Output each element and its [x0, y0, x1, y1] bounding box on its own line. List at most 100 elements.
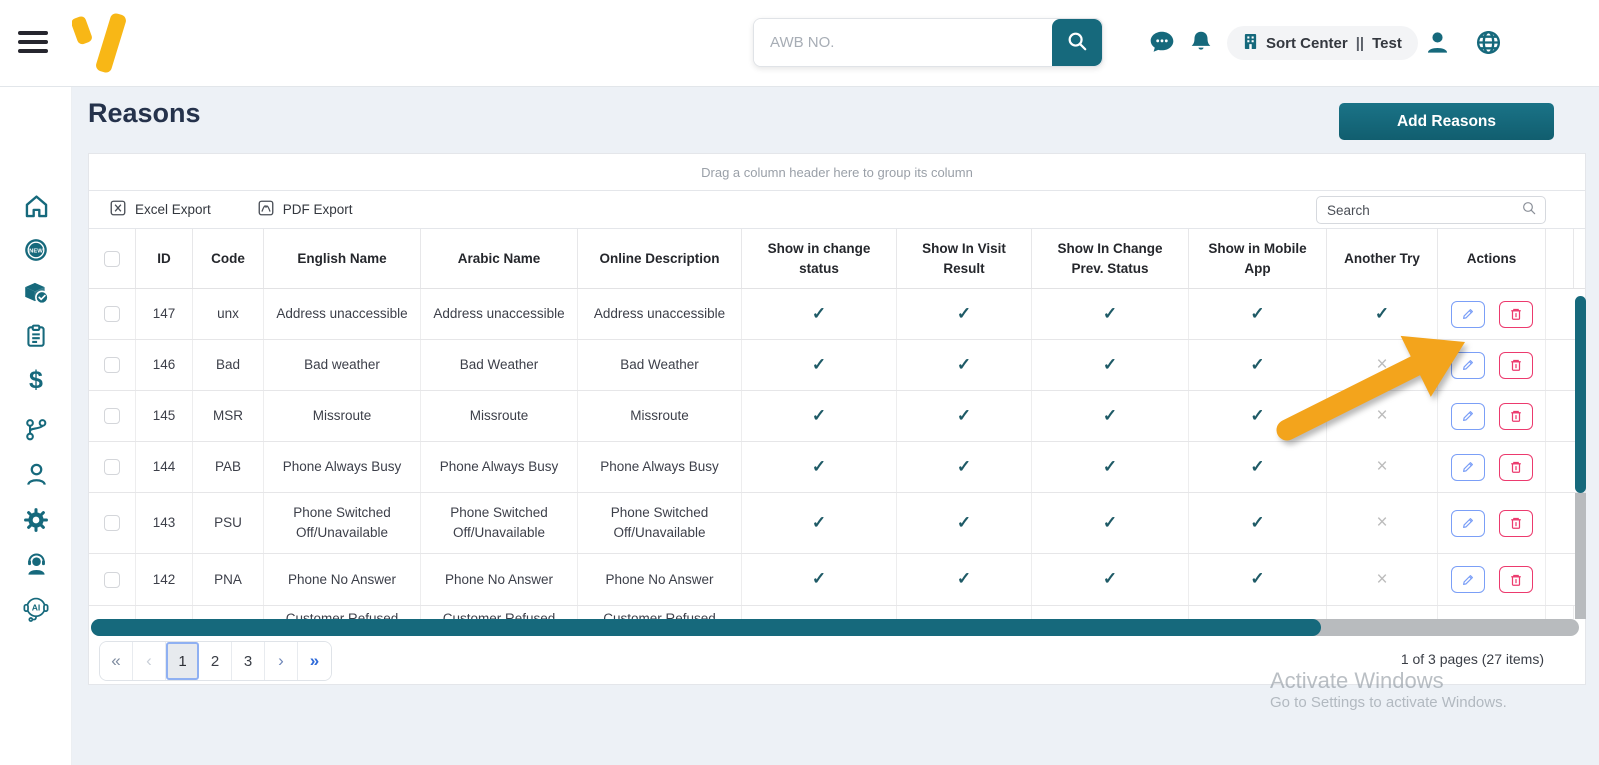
cell-english-name: Phone No Answer [264, 554, 421, 605]
cell-english-name: Phone Switched Off/Unavailable [264, 493, 421, 553]
notifications-bell-icon[interactable] [1188, 29, 1216, 57]
pdf-export-button[interactable]: PDF Export [257, 199, 353, 220]
column-header-show-in-change-status[interactable]: Show in change status [742, 229, 897, 288]
cell-show-in-visit-result: ✓ [897, 289, 1032, 339]
edit-button[interactable] [1451, 352, 1485, 379]
table-row: 142 PNA Phone No Answer Phone No Answer … [89, 554, 1585, 606]
row-checkbox[interactable] [89, 493, 136, 553]
delete-button[interactable] [1499, 566, 1533, 593]
brand-logo[interactable] [72, 12, 128, 76]
column-header-code[interactable]: Code [193, 229, 264, 288]
cell-code: unx [193, 289, 264, 339]
dollar-icon[interactable]: $ [20, 364, 52, 396]
cell-another-try: × [1327, 493, 1438, 553]
vertical-scrollbar-track[interactable] [1575, 493, 1586, 619]
delete-button[interactable] [1499, 301, 1533, 328]
row-checkbox[interactable] [89, 289, 136, 339]
support-agent-icon[interactable] [20, 548, 52, 580]
pagination-first-button[interactable]: « [100, 642, 133, 680]
cell-id: 142 [136, 554, 193, 605]
edit-button[interactable] [1451, 403, 1485, 430]
edit-button[interactable] [1451, 566, 1485, 593]
edit-button[interactable] [1451, 510, 1485, 537]
delete-button[interactable] [1499, 403, 1533, 430]
pagination-summary: 1 of 3 pages (27 items) [1401, 651, 1544, 667]
edit-button[interactable] [1451, 301, 1485, 328]
cell-online-description: Address unaccessible [578, 289, 742, 339]
branch-icon[interactable] [20, 414, 52, 446]
person-icon[interactable] [20, 458, 52, 490]
cell-code: Bad [193, 340, 264, 390]
column-header-show-in-mobile-app[interactable]: Show in Mobile App [1189, 229, 1327, 288]
cell-show-in-change-prev-status: ✓ [1032, 442, 1189, 492]
column-header-id[interactable]: ID [136, 229, 193, 288]
cell-online-description: Phone Always Busy [578, 442, 742, 492]
row-checkbox[interactable] [89, 340, 136, 390]
awb-search-button[interactable] [1052, 19, 1102, 66]
horizontal-scrollbar[interactable] [89, 619, 1587, 636]
pagination-prev-button[interactable]: ‹ [133, 642, 166, 680]
pagination-page-2[interactable]: 2 [199, 642, 232, 680]
vertical-scrollbar-thumb[interactable] [1575, 296, 1586, 493]
pagination-page-3[interactable]: 3 [232, 642, 265, 680]
row-checkbox[interactable] [89, 442, 136, 492]
delete-button[interactable] [1499, 352, 1533, 379]
delete-button[interactable] [1499, 510, 1533, 537]
cell-arabic-name: Phone Switched Off/Unavailable [421, 493, 578, 553]
language-globe-icon[interactable] [1475, 29, 1503, 57]
group-panel[interactable]: Drag a column header here to group its c… [89, 154, 1585, 191]
svg-text:NEW: NEW [29, 248, 43, 254]
column-header-online-description[interactable]: Online Description [578, 229, 742, 288]
edit-button[interactable] [1451, 454, 1485, 481]
cell-arabic-name: Missroute [421, 391, 578, 441]
cell-id: 143 [136, 493, 193, 553]
excel-export-button[interactable]: Excel Export [109, 199, 211, 220]
cell-online-description: Missroute [578, 391, 742, 441]
table-row: 145 MSR Missroute Missroute Missroute ✓ … [89, 391, 1585, 442]
filler-column [1546, 391, 1574, 441]
pagination-page-1[interactable]: 1 [166, 642, 199, 680]
topbar: Sort Center || Test [0, 0, 1599, 87]
column-header-another-try[interactable]: Another Try [1327, 229, 1438, 288]
home-icon[interactable] [20, 190, 52, 222]
user-profile-icon[interactable] [1424, 29, 1452, 57]
column-header-show-in-visit-result[interactable]: Show In Visit Result [897, 229, 1032, 288]
column-header-english-name[interactable]: English Name [264, 229, 421, 288]
new-badge-icon[interactable]: NEW [20, 234, 52, 266]
cell-id: 147 [136, 289, 193, 339]
column-header-show-in-change-prev-status[interactable]: Show In Change Prev. Status [1032, 229, 1189, 288]
pagination-last-button[interactable]: » [298, 642, 331, 680]
pagination-next-button[interactable]: › [265, 642, 298, 680]
center-badge[interactable]: Sort Center || Test [1227, 26, 1418, 60]
cell-show-in-change-prev-status: ✓ [1032, 554, 1189, 605]
chat-icon[interactable] [1148, 29, 1176, 57]
cell-show-in-visit-result: ✓ [897, 493, 1032, 553]
select-all-checkbox[interactable] [89, 229, 136, 288]
cell-show-in-mobile-app: ✓ [1189, 340, 1327, 390]
gear-icon[interactable] [20, 504, 52, 536]
hamburger-menu-icon[interactable] [18, 31, 48, 57]
awb-search-input[interactable] [754, 19, 1052, 66]
search-icon [1521, 200, 1537, 221]
package-check-icon[interactable] [20, 276, 52, 308]
cell-actions [1438, 391, 1546, 441]
ai-assistant-icon[interactable]: AI [20, 593, 52, 625]
add-reasons-button[interactable]: Add Reasons [1339, 103, 1554, 140]
column-header-arabic-name[interactable]: Arabic Name [421, 229, 578, 288]
clipboard-icon[interactable] [20, 320, 52, 352]
table-row: 143 PSU Phone Switched Off/Unavailable P… [89, 493, 1585, 554]
svg-text:AI: AI [32, 603, 41, 613]
horizontal-scrollbar-thumb[interactable] [91, 619, 1321, 636]
grid-search-input[interactable] [1327, 203, 1521, 218]
row-checkbox[interactable] [89, 554, 136, 605]
table-row: 146 Bad Bad weather Bad Weather Bad Weat… [89, 340, 1585, 391]
filler-column [1546, 442, 1574, 492]
grid-toolbar: Excel Export PDF Export [89, 191, 1585, 229]
delete-button[interactable] [1499, 454, 1533, 481]
row-checkbox[interactable] [89, 391, 136, 441]
cell-show-in-change-prev-status: ✓ [1032, 340, 1189, 390]
cell-english-name: Address unaccessible [264, 289, 421, 339]
cell-arabic-name: Phone Always Busy [421, 442, 578, 492]
cell-show-in-mobile-app: ✓ [1189, 554, 1327, 605]
filler-column [1546, 554, 1574, 605]
